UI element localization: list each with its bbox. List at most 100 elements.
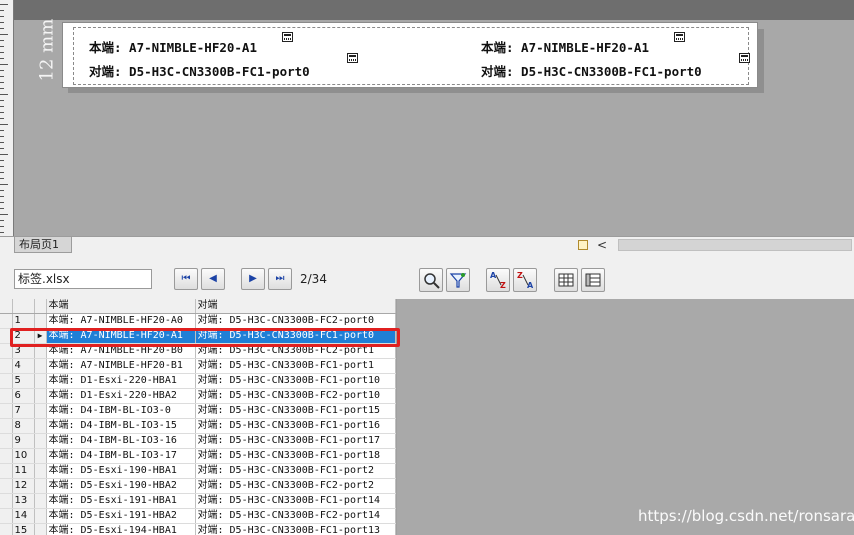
cell-remote-end[interactable]: 对端: D5-H3C-CN3300B-FC2-port2 [195,478,396,494]
field-link-icon [674,32,685,42]
ruler-tick [0,100,4,101]
cell-local-end[interactable]: 本端: D4-IBM-BL-IO3-0 [46,403,196,419]
cell-local-end[interactable]: 本端: D5-Esxi-194-HBA1 [46,523,196,535]
cell-local-end[interactable]: 本端: D4-IBM-BL-IO3-17 [46,448,196,464]
sort-descending-button[interactable]: Z A [513,268,537,292]
column-header-local[interactable]: 本端 [46,299,196,314]
chevron-left-icon[interactable]: < [596,237,608,253]
ruler-tick [0,148,4,149]
ruler-tick [0,232,4,233]
row-number-cell: 15 [12,523,35,535]
row-indicator-cell [34,523,47,535]
table-row[interactable]: 5 本端: D1-Esxi-220-HBA1 对端: D5-H3C-CN3300B-… [0,373,396,389]
cell-local-end[interactable]: 本端: D1-Esxi-220-HBA2 [46,388,196,404]
first-icon: ⏮ [181,273,191,284]
watermark: https://blog.csdn.net/ronsarah [638,507,854,525]
table-row[interactable]: 13 本端: D5-Esxi-191-HBA1 对端: D5-H3C-CN3300B… [0,493,396,509]
table-row[interactable]: 9 本端: D4-IBM-BL-IO3-16 对端: D5-H3C-CN3300B-… [0,433,396,449]
table-row[interactable]: 1 本端: A7-NIMBLE-HF20-A0 对端: D5-H3C-CN3300B… [0,313,396,329]
ruler-tick [0,142,4,143]
cell-remote-end[interactable]: 对端: D5-H3C-CN3300B-FC1-port17 [195,433,396,449]
cell-local-end[interactable]: 本端: D4-IBM-BL-IO3-16 [46,433,196,449]
header-rownum-cell [12,299,35,314]
label-text-local-left[interactable]: 本端: A7-NIMBLE-HF20-A1 [89,37,257,56]
table-icon [585,273,601,287]
data-source-file-field[interactable]: 标签.xlsx [14,269,152,289]
ruler-tick [0,10,4,11]
cell-local-end[interactable]: 本端: A7-NIMBLE-HF20-A0 [46,313,196,329]
row-number-cell: 6 [12,388,35,404]
sort-ascending-button[interactable]: A Z [486,268,510,292]
table-row[interactable]: 6 本端: D1-Esxi-220-HBA2 对端: D5-H3C-CN3300B-… [0,388,396,404]
row-indicator-cell [34,373,47,389]
grid-view-button[interactable] [554,268,578,292]
row-select-cell [0,418,13,434]
filter-button[interactable] [446,268,470,292]
cell-local-end[interactable]: 本端: D5-Esxi-190-HBA1 [46,463,196,479]
cell-local-end[interactable]: 本端: A7-NIMBLE-HF20-B1 [46,358,196,374]
row-number-cell: 14 [12,508,35,524]
cell-remote-end[interactable]: 对端: D5-H3C-CN3300B-FC1-port14 [195,493,396,509]
ruler-tick [0,82,4,83]
ruler-tick [0,220,4,221]
cell-remote-end[interactable]: 对端: D5-H3C-CN3300B-FC2-port14 [195,508,396,524]
cell-local-end[interactable]: 本端: D5-Esxi-191-HBA1 [46,493,196,509]
header-indicator-cell [34,299,47,314]
table-row[interactable]: 4 本端: A7-NIMBLE-HF20-B1 对端: D5-H3C-CN3300B… [0,358,396,374]
row-number-cell: 9 [12,433,35,449]
ruler-tick [0,28,4,29]
list-view-button[interactable] [581,268,605,292]
prev-record-button[interactable]: ◀ [201,268,225,290]
table-row[interactable]: 14 本端: D5-Esxi-191-HBA2 对端: D5-H3C-CN3300B… [0,508,396,524]
ruler-tick [0,34,8,35]
ruler-tick [0,226,4,227]
cell-local-end[interactable]: 本端: D5-Esxi-191-HBA2 [46,508,196,524]
table-row[interactable]: 7 本端: D4-IBM-BL-IO3-0 对端: D5-H3C-CN3300B-F… [0,403,396,419]
row-number-cell: 5 [12,373,35,389]
unit-label-text: 12 mm [36,18,58,82]
cell-remote-end[interactable]: 对端: D5-H3C-CN3300B-FC1-port15 [195,403,396,419]
ruler-tick [0,16,4,17]
first-record-button[interactable]: ⏮ [174,268,198,290]
label-text-remote-left[interactable]: 对端: D5-H3C-CN3300B-FC1-port0 [89,61,310,80]
cell-remote-end[interactable]: 对端: D5-H3C-CN3300B-FC1-port16 [195,418,396,434]
row-select-cell [0,463,13,479]
tab-layout-page-1[interactable]: 布局页1 [14,237,72,253]
ruler-tick [0,58,4,59]
horizontal-scrollbar[interactable] [618,239,852,251]
row-select-cell [0,448,13,464]
search-button[interactable] [419,268,443,292]
cell-remote-end[interactable]: 对端: D5-H3C-CN3300B-FC1-port10 [195,373,396,389]
cell-remote-end[interactable]: 对端: D5-H3C-CN3300B-FC2-port0 [195,313,396,329]
label-text-local-right[interactable]: 本端: A7-NIMBLE-HF20-A1 [481,37,649,56]
table-row[interactable]: 10 本端: D4-IBM-BL-IO3-17 对端: D5-H3C-CN3300B… [0,448,396,464]
row-number-cell: 13 [12,493,35,509]
table-row[interactable]: 12 本端: D5-Esxi-190-HBA2 对端: D5-H3C-CN3300B… [0,478,396,494]
cell-local-end[interactable]: 本端: D1-Esxi-220-HBA1 [46,373,196,389]
label-design-canvas[interactable]: 12 mm 本端: A7-NIMBLE-HF20-A1 对端: D5-H3C-C… [0,0,854,238]
cell-remote-end[interactable]: 对端: D5-H3C-CN3300B-FC1-port1 [195,358,396,374]
table-row[interactable]: 8 本端: D4-IBM-BL-IO3-15 对端: D5-H3C-CN3300B-… [0,418,396,434]
ruler-tick [0,22,4,23]
cell-local-end[interactable]: 本端: D4-IBM-BL-IO3-15 [46,418,196,434]
cell-remote-end[interactable]: 对端: D5-H3C-CN3300B-FC1-port13 [195,523,396,535]
cell-remote-end[interactable]: 对端: D5-H3C-CN3300B-FC2-port10 [195,388,396,404]
note-icon[interactable] [578,240,588,250]
grid-empty-area [397,299,854,535]
column-header-remote[interactable]: 对端 [195,299,396,314]
row-number-cell: 11 [12,463,35,479]
table-row[interactable]: 15 本端: D5-Esxi-194-HBA1 对端: D5-H3C-CN3300B… [0,523,396,535]
next-record-button[interactable]: ▶ [241,268,265,290]
label-text-remote-right[interactable]: 对端: D5-H3C-CN3300B-FC1-port0 [481,61,702,80]
cell-remote-end[interactable]: 对端: D5-H3C-CN3300B-FC1-port18 [195,448,396,464]
row-number-cell: 7 [12,403,35,419]
table-row[interactable]: 11 本端: D5-Esxi-190-HBA1 对端: D5-H3C-CN3300B… [0,463,396,479]
row-indicator-cell [34,433,47,449]
row-indicator-cell [34,478,47,494]
row-indicator-cell [34,493,47,509]
cell-local-end[interactable]: 本端: D5-Esxi-190-HBA2 [46,478,196,494]
last-record-button[interactable]: ⏭ [268,268,292,290]
row-indicator-cell [34,388,47,404]
label-preview[interactable]: 本端: A7-NIMBLE-HF20-A1 对端: D5-H3C-CN3300B… [62,22,758,88]
cell-remote-end[interactable]: 对端: D5-H3C-CN3300B-FC1-port2 [195,463,396,479]
